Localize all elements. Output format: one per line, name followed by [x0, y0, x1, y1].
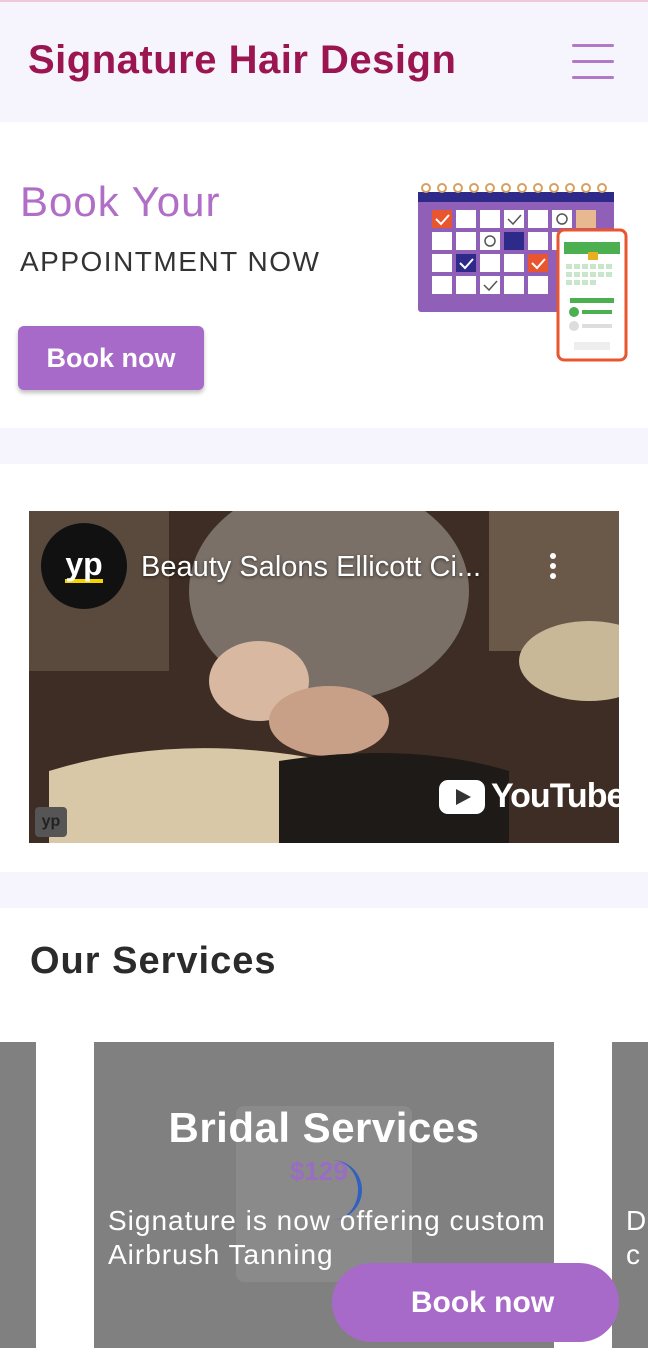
section-divider	[0, 872, 648, 908]
next-card-text: D c	[626, 1204, 646, 1272]
brand-title[interactable]: Signature Hair Design	[28, 38, 456, 83]
floating-book-now-button[interactable]: Book now	[332, 1263, 619, 1342]
next-card-line: c	[626, 1239, 640, 1270]
hero-subtitle: APPOINTMENT NOW	[20, 246, 321, 277]
channel-logo-text: yp	[65, 546, 103, 583]
menu-line	[572, 44, 614, 47]
menu-line	[572, 60, 614, 63]
menu-line	[572, 76, 614, 79]
booking-hero: Book Your APPOINTMENT NOW Book now	[0, 122, 648, 428]
youtube-watermark[interactable]: YouTube	[439, 777, 619, 816]
service-card-previous[interactable]	[0, 1042, 36, 1348]
youtube-label: YouTube	[491, 777, 619, 815]
more-options-icon[interactable]	[545, 553, 561, 585]
channel-logo[interactable]: yp	[41, 523, 127, 609]
top-app-bar: Signature Hair Design	[0, 0, 648, 122]
services-heading: Our Services	[30, 940, 277, 982]
section-divider	[0, 428, 648, 464]
service-description: Signature is now offering custom Airbrus…	[108, 1205, 546, 1270]
yp-watermark: yp	[35, 807, 67, 837]
hero-title: Book Your	[20, 178, 221, 225]
book-now-button[interactable]: Book now	[18, 326, 204, 390]
hamburger-menu-icon[interactable]	[572, 42, 616, 82]
video-title[interactable]: Beauty Salons Ellicott Ci...	[141, 551, 481, 584]
next-card-line: D	[626, 1205, 647, 1236]
service-title: Bridal Services	[168, 1104, 480, 1151]
youtube-play-icon	[439, 779, 485, 814]
youtube-video-embed[interactable]: yp Beauty Salons Ellicott Ci... YouTube …	[29, 511, 619, 843]
calendar-booking-illustration	[418, 183, 628, 362]
